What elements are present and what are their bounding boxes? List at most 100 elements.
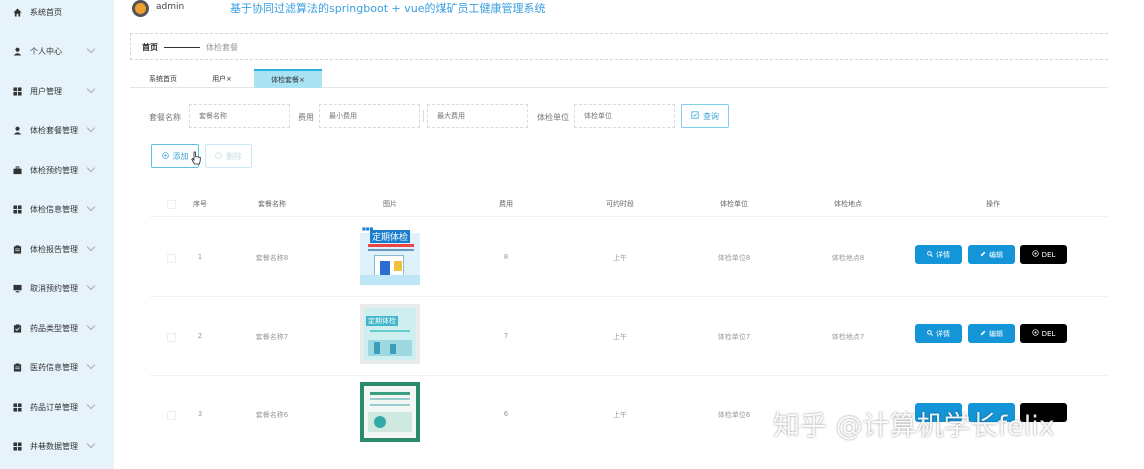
delete-button-label: 删除 (226, 151, 242, 161)
circle-x-icon (1031, 250, 1039, 259)
sidebar-item-label: 体检信息管理 (30, 204, 78, 214)
min-fee-input[interactable] (329, 112, 419, 120)
sidebar-item-reports[interactable]: 体检报告管理 (0, 238, 114, 260)
chevron-down-icon (86, 400, 96, 410)
sidebar-item-label: 体检报告管理 (30, 244, 78, 254)
chevron-down-icon (86, 439, 96, 449)
cell-name: 套餐名称8 (255, 254, 289, 262)
cell-place: 体检地点7 (831, 333, 865, 341)
package-name-input[interactable] (199, 112, 289, 120)
select-all-checkbox[interactable] (167, 200, 176, 209)
sidebar-item-label: 系统首页 (30, 7, 62, 17)
sidebar-item-drug-types[interactable]: 药品类型管理 (0, 317, 114, 339)
edit-button-label: 编辑 (989, 250, 1003, 259)
sidebar-item-users[interactable]: 用户管理 (0, 80, 114, 102)
row-checkbox[interactable] (167, 411, 176, 420)
max-fee-field[interactable] (427, 104, 528, 128)
package-thumbnail[interactable]: ■■■ 定期体检 (360, 225, 420, 285)
package-thumbnail[interactable]: 定期体检 (360, 304, 420, 364)
clipboard-icon (12, 244, 22, 254)
sidebar-item-label: 井巷数据管理 (30, 441, 78, 451)
chevron-down-icon (86, 360, 96, 370)
cell-unit: 体检单位7 (717, 333, 751, 341)
unit-input[interactable] (584, 112, 674, 120)
package-name-label: 套餐名称 (149, 113, 181, 122)
delete-button-label: DEL (1041, 250, 1056, 259)
cell-place: 体检地点8 (831, 254, 865, 262)
view-button-label: 详情 (936, 329, 950, 338)
sidebar-item-exam-info[interactable]: 体检信息管理 (0, 198, 114, 220)
hand-cursor-icon (191, 151, 201, 165)
divider (150, 296, 1108, 297)
breadcrumb-separator (164, 47, 200, 48)
chevron-down-icon (86, 202, 96, 212)
pencil-icon (980, 251, 986, 259)
avatar[interactable] (132, 0, 149, 17)
package-name-field[interactable] (189, 104, 290, 128)
search-icon (927, 250, 934, 259)
sidebar-item-appointments[interactable]: 体检预约管理 (0, 159, 114, 181)
sidebar-item-profile[interactable]: 个人中心 (0, 40, 114, 62)
system-title: 基于协同过滤算法的springboot + vue的煤矿员工健康管理系统 (230, 2, 546, 15)
sidebar-item-drug-orders[interactable]: 药品订单管理 (0, 396, 114, 418)
clipboard-check-icon (12, 323, 22, 333)
chevron-down-icon (86, 44, 96, 54)
tab-home[interactable]: 系统首页 (138, 69, 188, 88)
sidebar-item-label: 药品类型管理 (30, 323, 78, 333)
cell-index: 3 (197, 410, 203, 418)
batch-delete-button[interactable]: 删除 (205, 144, 252, 168)
min-fee-field[interactable] (319, 104, 420, 128)
chevron-down-icon (86, 281, 96, 291)
cell-unit: 体检单位6 (717, 411, 751, 419)
tab-packages[interactable]: 体检套餐× (254, 69, 322, 88)
sidebar-item-packages[interactable]: 体检套餐管理 (0, 119, 114, 141)
cell-name: 套餐名称7 (255, 333, 289, 341)
edit-button-label: 编辑 (989, 329, 1003, 338)
col-header-slot: 可约时段 (606, 200, 634, 208)
delete-button-label: DEL (1041, 329, 1056, 338)
pencil-icon (980, 330, 986, 338)
chevron-down-icon (86, 321, 96, 331)
view-button[interactable]: 详情 (915, 245, 962, 264)
max-fee-input[interactable] (437, 112, 527, 120)
sidebar: 系统首页 个人中心 用户管理 体检套餐管理 体检预约管理 体检信息管理 体检报告… (0, 0, 114, 469)
query-button[interactable]: 查询 (681, 104, 729, 128)
edit-button[interactable]: 编辑 (968, 245, 1015, 264)
top-header: admin 基于协同过滤算法的springboot + vue的煤矿员工健康管理… (114, 0, 1144, 22)
view-button[interactable]: 详情 (915, 324, 962, 343)
search-icon (927, 329, 934, 338)
cell-slot: 上午 (613, 411, 627, 419)
grid-icon (12, 86, 22, 96)
col-header-unit: 体检单位 (720, 200, 748, 208)
edit-button[interactable]: 编辑 (968, 324, 1015, 343)
unit-label: 体检单位 (537, 113, 569, 122)
thumbnail-caption: 定期体检 (370, 230, 411, 243)
divider (150, 216, 1108, 217)
minus-circle-icon (215, 151, 222, 161)
delete-button[interactable]: DEL (1020, 245, 1067, 264)
row-checkbox[interactable] (167, 333, 176, 342)
view-button-label: 详情 (936, 250, 950, 259)
thumbnail-caption: 定期体检 (366, 316, 398, 326)
sidebar-item-medicine-info[interactable]: 医药信息管理 (0, 356, 114, 378)
query-button-label: 查询 (703, 111, 719, 121)
grid-icon (12, 402, 22, 412)
watermark: 知乎 @计算机学长felix (773, 411, 1055, 442)
package-thumbnail[interactable] (360, 382, 420, 442)
sidebar-item-shaft-data[interactable]: 井巷数据管理 (0, 435, 114, 457)
sidebar-item-cancellations[interactable]: 取消预约管理 (0, 277, 114, 299)
breadcrumb-home[interactable]: 首页 (142, 42, 158, 53)
cell-index: 2 (197, 332, 203, 340)
username[interactable]: admin (156, 2, 184, 12)
unit-field[interactable] (574, 104, 675, 128)
divider (150, 375, 1108, 376)
delete-button[interactable]: DEL (1020, 324, 1067, 343)
tab-users[interactable]: 用户× (202, 69, 242, 88)
col-header-place: 体检地点 (834, 200, 862, 208)
col-header-image: 图片 (383, 200, 397, 208)
sidebar-item-home[interactable]: 系统首页 (0, 1, 114, 23)
sidebar-item-label: 医药信息管理 (30, 362, 78, 372)
add-button-label: 添加 (172, 151, 189, 161)
range-separator (423, 110, 424, 122)
row-checkbox[interactable] (167, 254, 176, 263)
